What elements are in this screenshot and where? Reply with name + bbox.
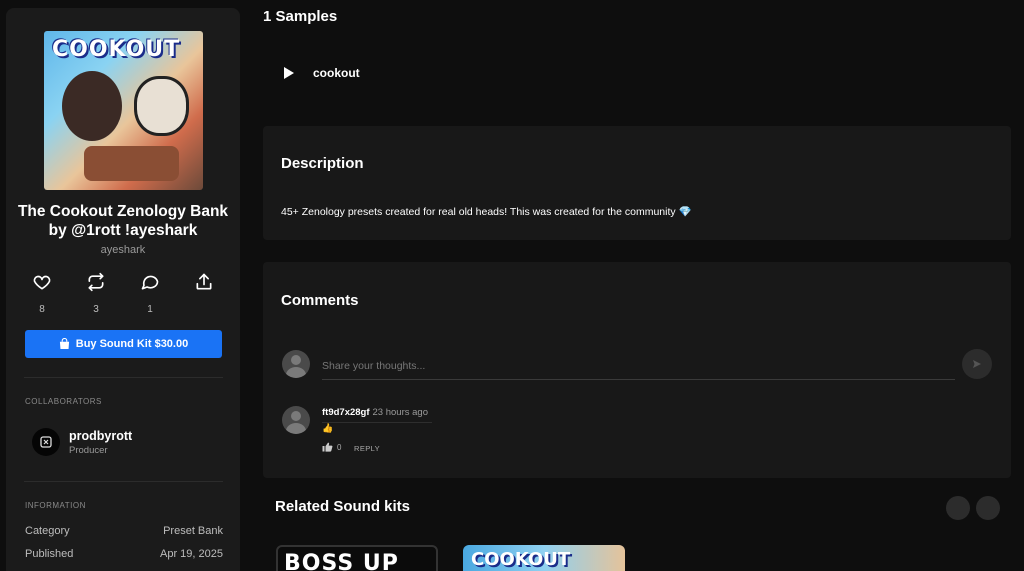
current-user-avatar (282, 350, 310, 378)
description-title: Description (281, 155, 364, 172)
collaborator-role: Producer (69, 445, 108, 456)
cover-table (84, 146, 179, 181)
related-kit-art-text: COOKOUT (471, 549, 571, 570)
cover-art: COOKOUT (44, 31, 203, 190)
comment-like-count: 0 (337, 442, 342, 452)
comment-button[interactable]: 1 (130, 272, 170, 315)
comment-divider (322, 422, 432, 423)
shopping-bag-icon (59, 338, 69, 350)
comment-username[interactable]: ft9d7x28gf (322, 407, 370, 418)
description-body: 45+ Zenology presets created for real ol… (281, 206, 676, 218)
comment-like-button[interactable]: 0 (322, 442, 341, 452)
commenter-avatar[interactable] (282, 406, 310, 434)
repost-count: 3 (93, 304, 99, 315)
comment-time: 23 hours ago (372, 407, 428, 418)
sample-name: cookout (313, 66, 360, 80)
comment-body: 👍 (322, 423, 334, 433)
sample-item[interactable]: cookout (283, 66, 360, 80)
send-icon (973, 360, 981, 368)
like-count: 8 (39, 304, 45, 315)
related-title: Related Sound kits (275, 498, 411, 515)
carousel-prev-button[interactable] (946, 496, 970, 520)
info-value: Apr 19, 2025 (160, 548, 223, 560)
cover-figure-left (62, 71, 122, 141)
carousel-next-button[interactable] (976, 496, 1000, 520)
producer-logo-icon (40, 436, 52, 448)
description-card: Description 45+ Zenology presets created… (263, 126, 1011, 240)
information-label: INFORMATION (25, 501, 86, 510)
comments-card: Comments ft9d7x28gf23 hours ago 👍 0 REPL… (263, 262, 1011, 478)
collaborator-avatar[interactable] (32, 428, 60, 456)
related-kit-art-text: BOSS UP (284, 551, 399, 571)
description-text: 45+ Zenology presets created for real ol… (281, 205, 692, 218)
like-button[interactable]: 8 (22, 272, 62, 315)
share-button[interactable] (184, 272, 224, 304)
kit-title: The Cookout Zenology Bank by @1rott !aye… (17, 203, 229, 239)
divider (24, 377, 223, 378)
related-kit-card[interactable]: BOSS UP (276, 545, 438, 571)
comment-count: 1 (147, 304, 153, 315)
related-kit-card[interactable]: COOKOUT (463, 545, 625, 571)
samples-title: 1 Samples (263, 8, 338, 25)
play-icon[interactable] (283, 66, 295, 80)
comment-header: ft9d7x28gf 23 hours ago (322, 407, 428, 418)
repost-button[interactable]: 3 (76, 272, 116, 315)
buy-button-label: Buy Sound Kit $30.00 (75, 338, 189, 350)
sidebar: COOKOUT The Cookout Zenology Bank by @1r… (6, 8, 240, 571)
buy-sound-kit-button[interactable]: Buy Sound Kit $30.00 (25, 330, 222, 358)
info-key: Category (25, 525, 70, 537)
collaborators-label: COLLABORATORS (25, 397, 102, 406)
share-icon (196, 273, 212, 290)
thumbs-up-icon (322, 442, 333, 452)
repost-icon (88, 272, 104, 292)
cover-figure-right (134, 76, 189, 136)
comment-input[interactable] (322, 352, 955, 380)
comments-title: Comments (281, 292, 359, 309)
author-link[interactable]: ayeshark (16, 244, 230, 256)
info-value: Preset Bank (163, 525, 223, 537)
cover-art-text: COOKOUT (52, 37, 181, 62)
heart-icon (33, 275, 51, 290)
send-comment-button[interactable] (962, 349, 992, 379)
divider (24, 481, 223, 482)
info-key: Published (25, 548, 74, 560)
gem-emoji: 💎 (678, 206, 692, 218)
comment-icon (141, 275, 159, 290)
collaborator-name[interactable]: prodbyrott (69, 429, 132, 443)
comment-reply-button[interactable]: REPLY (354, 444, 380, 453)
